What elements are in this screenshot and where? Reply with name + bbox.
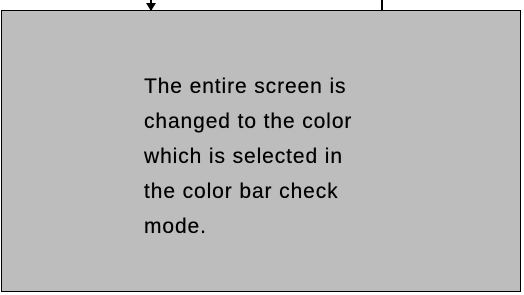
callout-text-line: mode. (144, 215, 207, 238)
callout-box: The entire screen is changed to the colo… (1, 10, 521, 292)
callout-text-line: changed to the color (144, 110, 353, 133)
callout-text-line: which is selected in (144, 145, 343, 168)
callout-text-line: The entire screen is (144, 75, 347, 98)
arrow-down-icon (146, 3, 156, 11)
callout-text-line: the color bar check (144, 180, 339, 203)
right-connector-line (381, 0, 383, 11)
callout-text: The entire screen is changed to the colo… (144, 69, 414, 244)
